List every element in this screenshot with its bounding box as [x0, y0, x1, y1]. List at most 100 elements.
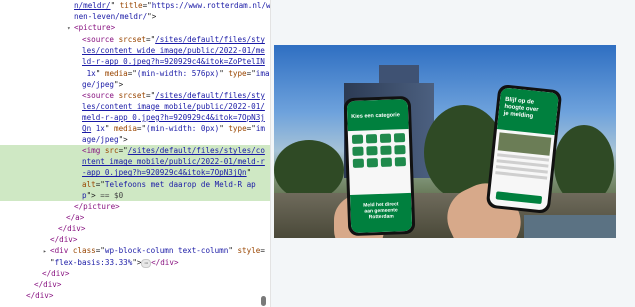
code-token: age/jpeg — [82, 135, 119, 145]
dom-node-line[interactable]: <source srcset="/sites/default/files/sty — [0, 90, 270, 101]
scrollbar[interactable] — [261, 0, 268, 307]
category-grid — [348, 129, 410, 172]
code-token: src — [104, 146, 119, 156]
code-token: 1x — [91, 124, 105, 134]
dom-node-line[interactable]: -app_0.jpeg?h=920929c4&itok=7OpN3jQn" — [0, 167, 270, 179]
dom-node-line[interactable]: </div> — [0, 268, 270, 279]
code-token: =" — [118, 146, 128, 156]
code-token: "> — [147, 12, 157, 22]
code-token: =" — [246, 124, 256, 134]
dom-node-line[interactable]: les/content_wide_image/public/2022-01/me — [0, 45, 270, 56]
code-token: srcset — [118, 90, 147, 100]
code-token: " — [104, 124, 115, 134]
tree-shape — [274, 140, 344, 200]
code-token: " — [246, 168, 252, 178]
dom-node-line[interactable]: p"> == $0 — [0, 189, 270, 201]
code-token: https://www.rotterdam.nl/wo — [151, 1, 271, 10]
dom-node-line[interactable]: age/jpeg"> — [0, 134, 270, 145]
code-token: "> — [114, 79, 124, 89]
dom-node-line[interactable]: Qn 1x" media="(min-width: 0px)" type="im — [0, 123, 270, 134]
code-token: style — [237, 246, 261, 256]
code-token: " — [219, 124, 229, 134]
code-token: " — [95, 68, 105, 78]
code-token[interactable]: /sites/default/files/sty — [155, 35, 265, 44]
meld-r-app-image: Kies een categorie Meld het direct aan g… — [274, 45, 616, 238]
dom-node-line[interactable]: nen-leven/meldr/"> — [0, 11, 270, 22]
dom-node-line[interactable]: </div> — [0, 290, 270, 301]
scrollbar-thumb[interactable] — [261, 296, 266, 306]
code-token: wp-block-column text-column — [104, 246, 229, 256]
code-token: alt — [82, 179, 96, 189]
code-token[interactable]: les/content_wide_image/public/2022-01/me — [82, 46, 265, 55]
elements-panel[interactable]: n/meldr/" title="https://www.rotterdam.n… — [0, 0, 271, 307]
phone-right: Blijf op de hoogte over je melding — [485, 83, 563, 215]
dom-node-line[interactable]: <source srcset="/sites/default/files/sty — [0, 34, 270, 45]
phone-left-screen: Kies een categorie Meld het direct aan g… — [346, 98, 413, 234]
code-token: =" — [146, 90, 156, 100]
dom-node-line[interactable]: ▾ <picture> — [0, 22, 270, 34]
code-token: =" — [95, 179, 105, 189]
footer-line: Rotterdam — [368, 213, 394, 221]
phone-left: Kies een categorie Meld het direct aan g… — [343, 95, 416, 237]
code-token: <img — [82, 146, 105, 156]
code-token: 1x — [82, 68, 96, 78]
dom-node-line[interactable]: meld-r-app_0.jpeg?h=920929c4&itok=7OpN3j — [0, 112, 270, 123]
code-token[interactable]: -app_0.jpeg?h=920929c4&itok=7OpN3jQn — [82, 168, 247, 177]
code-token: Telefoons met daarop de Meld-R ap — [104, 179, 256, 189]
code-token: </div> — [50, 234, 78, 244]
dom-node-line[interactable]: ld-r-app_0.jpeg?h=920929c4&itok=ZoPtelIN — [0, 56, 270, 67]
code-token: =" — [246, 68, 256, 78]
code-token: <source — [82, 35, 119, 45]
code-token: class — [72, 246, 96, 256]
code-token: =" — [146, 35, 156, 45]
code-token: </picture> — [74, 201, 120, 211]
code-token: </a> — [66, 212, 85, 222]
dom-node-line[interactable]: ntent_image_mobile/public/2022-01/meld-r — [0, 156, 270, 168]
water-shape — [524, 215, 616, 238]
code-token[interactable]: ld-r-app_0.jpeg?h=920929c4&itok=ZoPtelIN — [82, 57, 265, 66]
code-token: </div> — [34, 280, 62, 290]
code-token: " — [110, 1, 120, 10]
code-token[interactable]: /sites/default/files/styles/co — [128, 146, 265, 155]
code-token[interactable]: Qn — [82, 124, 91, 133]
code-token: =" — [127, 68, 137, 78]
code-token: type — [228, 68, 247, 78]
code-token: <picture> — [74, 23, 116, 33]
dom-node-line[interactable]: <img src="/sites/default/files/styles/co — [0, 145, 270, 157]
dom-tree[interactable]: n/meldr/" title="https://www.rotterdam.n… — [0, 0, 270, 302]
code-token: flex-basis:33.33% — [54, 258, 133, 268]
dom-node-line[interactable]: </div> — [0, 223, 270, 234]
dom-node-line[interactable]: "flex-basis:33.33%"> ⋯ </div> — [0, 257, 270, 269]
collapsed-ellipsis-button[interactable]: ⋯ — [141, 259, 152, 269]
dom-node-line[interactable]: </a> — [0, 212, 270, 223]
expand-triangle-icon[interactable]: ▾ — [67, 23, 74, 34]
code-token: title — [119, 1, 143, 10]
code-token[interactable]: meld-r-app_0.jpeg?h=920929c4&itok=7OpN3j — [82, 113, 265, 122]
code-token[interactable]: les/content_image_mobile/public/2022-01/ — [82, 102, 265, 111]
dom-node-line[interactable]: n/meldr/" title="https://www.rotterdam.n… — [0, 0, 270, 11]
dom-node-line[interactable]: </div> — [0, 279, 270, 290]
dom-node-line[interactable]: ▸ <div class="wp-block-column text-column… — [0, 245, 270, 257]
app-button — [495, 191, 543, 205]
code-token[interactable]: ntent_image_mobile/public/2022-01/meld-r — [82, 157, 265, 166]
collapse-triangle-icon[interactable]: ▸ — [43, 246, 50, 257]
code-token: <source — [82, 90, 119, 100]
code-token[interactable]: n/meldr/ — [74, 1, 111, 10]
code-token: == $0 — [100, 190, 124, 200]
code-token: nen-leven/meldr/ — [74, 12, 148, 22]
dom-node-line[interactable]: </picture> — [0, 201, 270, 212]
code-token: =" — [136, 124, 147, 134]
code-token: (min-width: 576px) — [136, 68, 220, 78]
code-token: " — [219, 68, 229, 78]
dom-node-line[interactable]: 1x" media="(min-width: 576px)" type="ima — [0, 68, 270, 79]
dom-node-line[interactable]: les/content_image_mobile/public/2022-01/ — [0, 101, 270, 112]
phone-left-header: Kies een categorie — [346, 98, 409, 132]
dom-node-line[interactable]: ge/jpeg"> — [0, 79, 270, 90]
code-token: media — [114, 124, 137, 134]
code-token[interactable]: /sites/default/files/sty — [155, 91, 265, 100]
dom-node-line[interactable]: alt="Telefoons met daarop de Meld-R ap — [0, 178, 270, 190]
dom-node-line[interactable]: </div> — [0, 234, 270, 245]
code-token: </div> — [151, 258, 179, 268]
code-token: </div> — [26, 291, 54, 301]
phone-left-footer: Meld het direct aan gemeente Rotterdam — [349, 192, 413, 234]
